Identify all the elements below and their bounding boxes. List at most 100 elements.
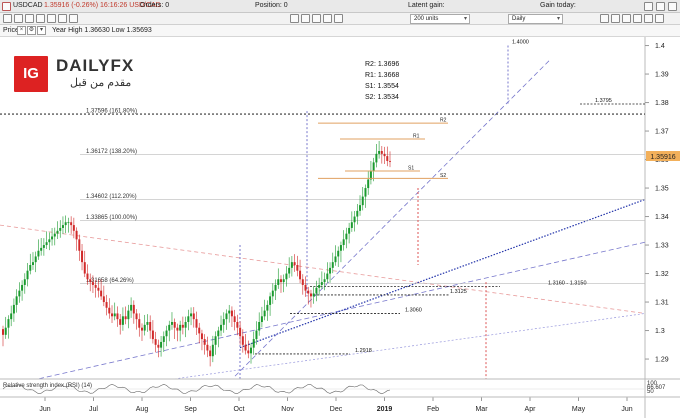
buy-icon[interactable]: [290, 14, 299, 23]
candle-body: [97, 287, 100, 291]
candle-body: [61, 225, 64, 228]
candle-body: [304, 284, 307, 291]
header-settings-icon[interactable]: ⚙: [27, 26, 36, 35]
sell-icon[interactable]: [301, 14, 310, 23]
candle-body: [86, 273, 89, 280]
header-collapse-icon[interactable]: ▾: [37, 26, 46, 35]
rsi-label: Relative strength index (RSI) (14): [3, 383, 92, 389]
candle-body: [100, 290, 103, 297]
draw-icon[interactable]: [36, 14, 45, 23]
candle-body: [160, 341, 163, 348]
x-tick-label: May: [572, 406, 586, 413]
s1-level: S1: 1.3554: [365, 83, 399, 90]
candle-body: [195, 319, 198, 328]
header-close-icon[interactable]: ×: [17, 26, 26, 35]
candle-body: [326, 273, 329, 280]
candle-body: [130, 304, 133, 311]
candle-body: [383, 153, 386, 157]
candle-body: [146, 322, 149, 325]
levels-box: R2: 1.3696 R1: 1.3668 S1: 1.3554 S2: 1.3…: [365, 59, 399, 103]
x-tick-label: 2019: [377, 406, 393, 413]
maximize-icon[interactable]: [656, 2, 665, 11]
help-icon[interactable]: [655, 14, 664, 23]
candle-body: [105, 302, 108, 308]
annotation-label: 1.4000: [512, 40, 529, 46]
y-tick-label: 1.3: [655, 328, 665, 335]
y-tick-label: 1.4: [655, 43, 665, 50]
candle-body: [329, 267, 332, 274]
share-icon[interactable]: [633, 14, 642, 23]
candle-body: [364, 188, 367, 197]
minimize-icon[interactable]: [644, 2, 653, 11]
candle-body: [12, 304, 15, 314]
zoom-in-icon[interactable]: [47, 14, 56, 23]
brand-name: DAILYFX: [56, 56, 135, 75]
candle-body: [375, 153, 378, 163]
candle-body: [252, 339, 255, 348]
candle-body: [179, 324, 182, 331]
candle-body: [239, 327, 242, 337]
chart-info: Year High 1.36630 Low 1.35693: [52, 27, 152, 34]
candle-body: [247, 350, 250, 354]
x-tick-label: Jun: [621, 406, 632, 413]
candle-body: [236, 322, 239, 328]
timeframe-select[interactable]: Daily: [508, 14, 563, 24]
candle-body: [10, 313, 13, 320]
units-select[interactable]: 200 units: [410, 14, 470, 24]
candle-body: [312, 293, 315, 297]
candle-body: [348, 227, 351, 234]
y-tick-label: 1.34: [655, 214, 669, 221]
candle-body: [170, 322, 173, 325]
candle-body: [380, 151, 383, 154]
candle-body: [4, 327, 7, 335]
candle-icon[interactable]: [14, 14, 23, 23]
x-tick-label: Oct: [234, 406, 245, 413]
candle-body: [285, 273, 288, 280]
candle-body: [94, 284, 97, 288]
crosshair-icon[interactable]: [69, 14, 78, 23]
candle-body: [299, 270, 302, 280]
indicator-icon[interactable]: [25, 14, 34, 23]
candle-body: [263, 310, 266, 317]
candle-body: [116, 313, 119, 320]
y-tick-label: 1.39: [655, 72, 669, 79]
layout-icon[interactable]: [644, 14, 653, 23]
candle-body: [200, 333, 203, 340]
pivot-label: S2: [440, 173, 446, 179]
candle-body: [190, 313, 193, 317]
candle-body: [255, 330, 258, 340]
candle-body: [209, 350, 212, 357]
candle-body: [214, 336, 217, 345]
order-icon[interactable]: [312, 14, 321, 23]
settings-icon[interactable]: [334, 14, 343, 23]
print-icon[interactable]: [622, 14, 631, 23]
pivot-label: R2: [440, 118, 447, 124]
candle-body: [124, 316, 127, 320]
alert-icon[interactable]: [323, 14, 332, 23]
y-tick-label: 1.33: [655, 243, 669, 250]
candle-body: [48, 239, 51, 243]
candle-body: [337, 250, 340, 257]
candle-body: [244, 344, 247, 351]
candle-body: [121, 316, 124, 325]
candle-body: [154, 339, 157, 345]
candle-body: [176, 327, 179, 331]
y-tick-label: 1.38: [655, 100, 669, 107]
close-icon[interactable]: [668, 2, 677, 11]
annotation-label: 1.2780: [605, 387, 622, 393]
candle-body: [70, 222, 73, 226]
chart-header: Price × ⚙ ▾ Year High 1.36630 Low 1.3569…: [0, 25, 680, 37]
candle-body: [353, 216, 356, 223]
candle-body: [132, 304, 135, 314]
refresh-icon[interactable]: [600, 14, 609, 23]
candle-body: [367, 179, 370, 189]
save-icon[interactable]: [611, 14, 620, 23]
fib-label: 1.34602 (112.20%): [86, 194, 137, 200]
zoom-out-icon[interactable]: [58, 14, 67, 23]
candle-body: [296, 265, 299, 271]
candle-body: [37, 250, 40, 257]
menu-icon[interactable]: [2, 2, 11, 11]
symbol-label: USDCAD: [13, 2, 43, 9]
chart-type-icon[interactable]: [3, 14, 12, 23]
candle-body: [15, 296, 18, 305]
